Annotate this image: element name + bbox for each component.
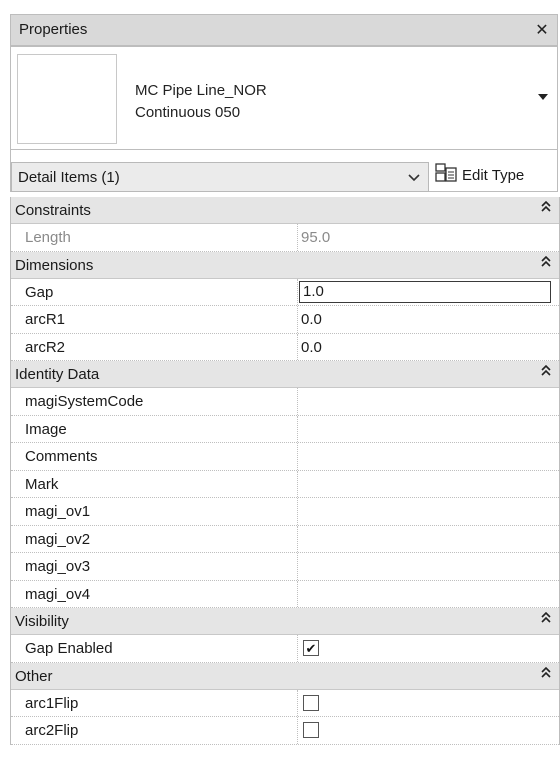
close-icon[interactable]: ✕ bbox=[529, 17, 555, 43]
property-row-gap[interactable]: Gap 1.0 bbox=[11, 278, 559, 306]
property-label: Mark bbox=[25, 475, 59, 493]
property-row-arc1flip[interactable]: arc1Flip bbox=[11, 689, 559, 717]
column-divider bbox=[297, 717, 298, 744]
palette-title-bar[interactable]: Properties ✕ bbox=[10, 14, 558, 46]
property-label: Comments bbox=[25, 448, 98, 465]
chevron-down-icon bbox=[408, 171, 420, 186]
property-row-magi-ov2[interactable]: magi_ov2 bbox=[11, 525, 559, 553]
property-label: Image bbox=[25, 420, 67, 438]
property-label: magi_ov4 bbox=[25, 585, 91, 603]
property-row-gap-enabled[interactable]: Gap Enabled ✔ bbox=[11, 635, 559, 663]
column-divider bbox=[297, 498, 298, 525]
type-type-name: Continuous 050 bbox=[135, 104, 241, 121]
type-selector[interactable]: MC Pipe Line_NOR Continuous 050 bbox=[10, 46, 558, 150]
collapse-chevrons-icon[interactable] bbox=[541, 364, 551, 380]
property-checkbox[interactable]: ✔ bbox=[303, 640, 319, 656]
group-name: Other bbox=[15, 667, 53, 685]
property-row-magisystemcode[interactable]: magiSystemCode bbox=[11, 388, 559, 416]
property-label: arc2Flip bbox=[25, 722, 79, 739]
property-label: arcR1 bbox=[25, 311, 66, 328]
property-row-magi-ov4[interactable]: magi_ov4 bbox=[11, 580, 559, 608]
collapse-chevrons-icon[interactable] bbox=[541, 200, 551, 216]
property-grid: Constraints Length 95.0 Dimensions Gap 1.0 arc… bbox=[10, 197, 560, 745]
column-divider bbox=[297, 635, 298, 662]
type-preview-image bbox=[17, 54, 117, 144]
instance-filter-dropdown[interactable]: Detail Items (1) bbox=[11, 162, 429, 192]
column-divider bbox=[297, 470, 298, 497]
property-label: Gap Enabled bbox=[25, 640, 113, 657]
property-checkbox[interactable] bbox=[303, 722, 319, 738]
property-row-arcr2[interactable]: arcR2 0.0 bbox=[11, 333, 559, 361]
collapse-chevrons-icon[interactable] bbox=[541, 611, 551, 627]
property-label: arcR2 bbox=[25, 338, 66, 356]
edit-type-label: Edit Type bbox=[462, 166, 525, 184]
palette-title: Properties bbox=[19, 21, 88, 38]
property-label: arc1Flip bbox=[25, 694, 79, 712]
column-divider bbox=[297, 388, 298, 415]
property-row-magi-ov1[interactable]: magi_ov1 bbox=[11, 498, 559, 526]
group-name: Constraints bbox=[15, 202, 91, 219]
property-label: Length bbox=[25, 229, 71, 246]
column-divider bbox=[297, 525, 298, 552]
group-name: Visibility bbox=[15, 613, 69, 630]
property-value[interactable]: 1.0 bbox=[299, 280, 551, 303]
filter-bar: Detail Items (1) Edit Type bbox=[10, 150, 558, 192]
property-value[interactable]: 0.0 bbox=[301, 339, 322, 356]
property-label: Gap bbox=[25, 283, 54, 301]
edit-type-button[interactable]: Edit Type bbox=[435, 162, 555, 188]
group-header-dimensions[interactable]: Dimensions bbox=[11, 251, 559, 279]
type-family-name: MC Pipe Line_NOR bbox=[135, 82, 267, 99]
property-label: magi_ov2 bbox=[25, 530, 91, 548]
property-row-magi-ov3[interactable]: magi_ov3 bbox=[11, 553, 559, 581]
column-divider bbox=[297, 306, 298, 333]
column-divider bbox=[297, 443, 298, 470]
column-divider bbox=[297, 689, 298, 716]
property-value: 95.0 bbox=[301, 229, 331, 246]
group-header-visibility[interactable]: Visibility bbox=[11, 608, 559, 635]
column-divider bbox=[297, 224, 298, 251]
collapse-chevrons-icon[interactable] bbox=[541, 255, 551, 271]
property-label: magi_ov1 bbox=[25, 503, 91, 520]
column-divider bbox=[297, 415, 298, 442]
property-row-comments[interactable]: Comments bbox=[11, 443, 559, 471]
property-row-image[interactable]: Image bbox=[11, 415, 559, 443]
column-divider bbox=[297, 553, 298, 580]
property-row-mark[interactable]: Mark bbox=[11, 470, 559, 498]
group-header-other[interactable]: Other bbox=[11, 662, 559, 690]
type-name: MC Pipe Line_NOR Continuous 050 bbox=[135, 80, 267, 124]
properties-palette: Properties ✕ MC Pipe Line_NOR Continuous… bbox=[0, 0, 560, 760]
group-name: Dimensions bbox=[15, 256, 94, 274]
column-divider bbox=[297, 333, 298, 360]
group-header-identity-data[interactable]: Identity Data bbox=[11, 361, 559, 388]
property-checkbox[interactable] bbox=[303, 694, 319, 711]
type-dropdown-arrow-icon[interactable] bbox=[535, 87, 551, 107]
property-label: magi_ov3 bbox=[25, 558, 91, 575]
property-label: magiSystemCode bbox=[25, 393, 144, 410]
collapse-chevrons-icon[interactable] bbox=[541, 666, 551, 682]
column-divider bbox=[297, 580, 298, 607]
property-row-arcr1[interactable]: arcR1 0.0 bbox=[11, 306, 559, 334]
group-name: Identity Data bbox=[15, 366, 100, 383]
instance-filter-label: Detail Items (1) bbox=[18, 169, 120, 186]
column-divider bbox=[297, 278, 298, 305]
edit-type-icon bbox=[435, 163, 457, 187]
property-value[interactable]: 0.0 bbox=[301, 311, 322, 328]
group-header-constraints[interactable]: Constraints bbox=[11, 197, 559, 224]
property-row-arc2flip[interactable]: arc2Flip bbox=[11, 717, 559, 745]
property-row-length[interactable]: Length 95.0 bbox=[11, 224, 559, 252]
